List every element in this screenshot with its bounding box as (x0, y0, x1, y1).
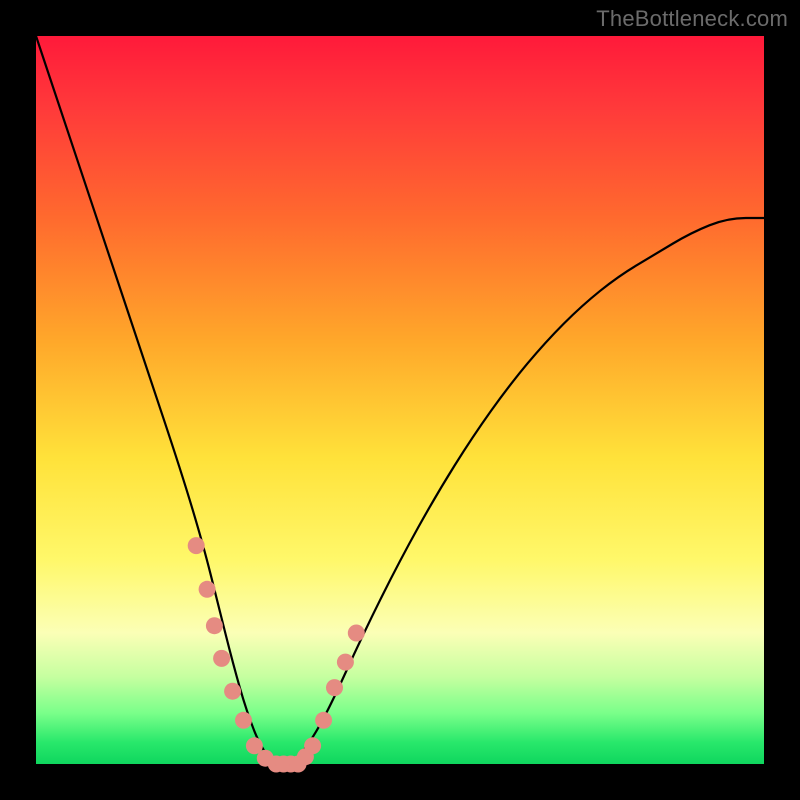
gradient-plot-area (36, 36, 764, 764)
marker-dot (206, 617, 223, 634)
marker-dot (326, 679, 343, 696)
marker-dot (235, 712, 252, 729)
marker-dot (188, 537, 205, 554)
marker-dot (213, 650, 230, 667)
marker-dot (337, 654, 354, 671)
marker-dot (304, 737, 321, 754)
marker-dot (348, 625, 365, 642)
marker-dot (224, 683, 241, 700)
marker-dot (315, 712, 332, 729)
bottleneck-curve (36, 36, 764, 764)
chart-frame: TheBottleneck.com (0, 0, 800, 800)
curve-path-group (36, 36, 764, 764)
marker-dot (199, 581, 216, 598)
watermark-label: TheBottleneck.com (596, 6, 788, 32)
highlight-markers (188, 537, 365, 772)
curve-layer (36, 36, 764, 764)
